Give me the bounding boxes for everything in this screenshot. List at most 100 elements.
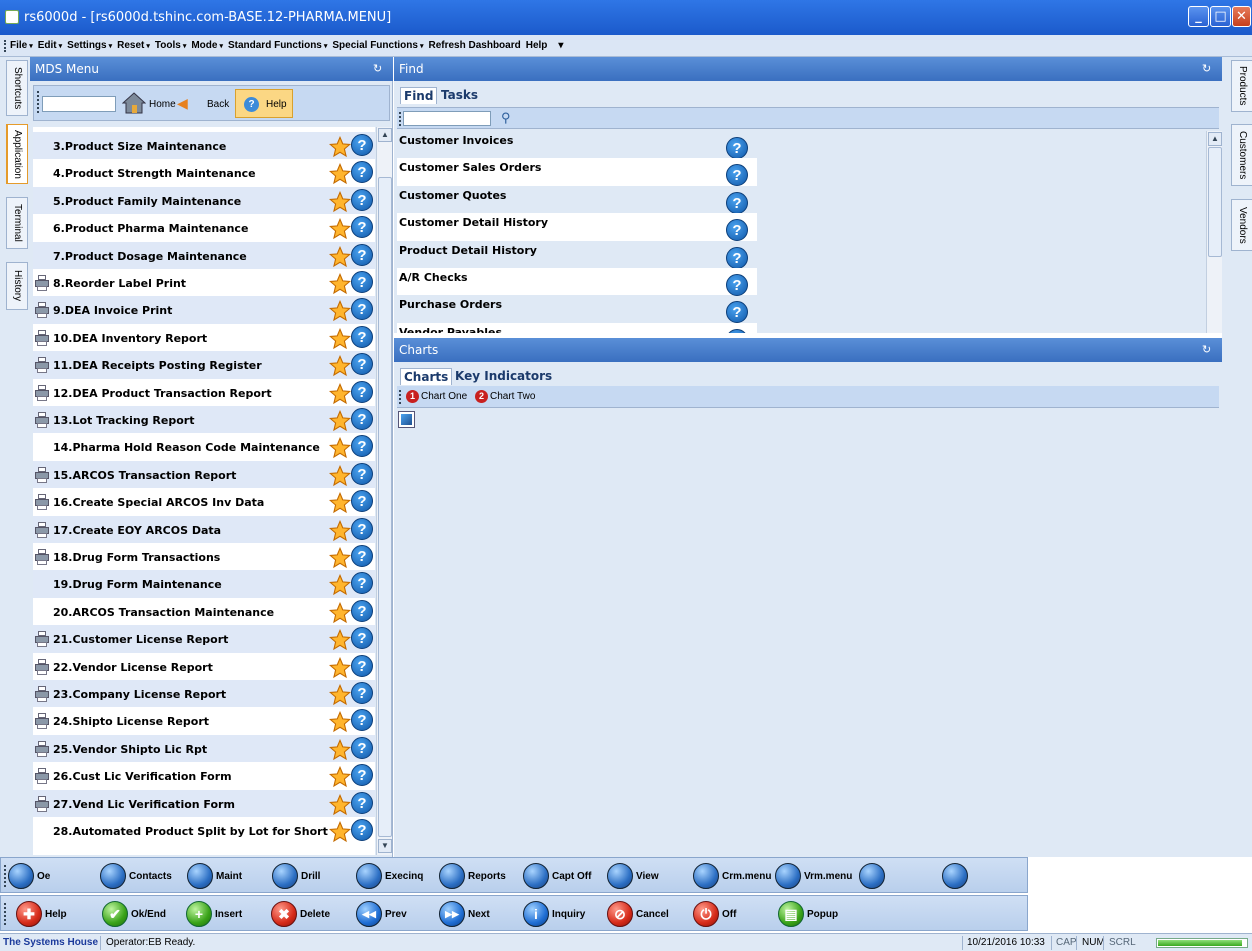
toolbar-grip[interactable] [4, 40, 6, 52]
help-icon[interactable]: ? [351, 271, 373, 293]
cmd-popup-button[interactable]: ▤ Popup [778, 900, 858, 928]
favorite-star-icon[interactable] [328, 300, 352, 322]
menu-list-item[interactable]: 22.Vendor License Report? [33, 653, 375, 680]
menu-list-item[interactable]: 11.DEA Receipts Posting Register? [33, 351, 375, 379]
menu-edit[interactable]: Edit ▾ [38, 40, 62, 51]
menu-list-item[interactable]: 3.Product Size Maintenance? [33, 132, 375, 160]
menu-list-item[interactable]: 5.Product Family Maintenance? [33, 186, 375, 215]
favorite-star-icon[interactable] [328, 629, 352, 651]
help-icon[interactable]: ? [351, 764, 373, 787]
find-scrollbar[interactable]: ▲ [1206, 131, 1222, 333]
tab-products[interactable]: Products [1231, 60, 1252, 112]
favorite-star-icon[interactable] [328, 382, 352, 405]
toolbar-grip[interactable] [4, 865, 6, 887]
help-icon[interactable]: ? [726, 164, 748, 187]
help-icon[interactable]: ? [351, 380, 373, 403]
scroll-thumb[interactable] [378, 177, 392, 837]
menu-list-item[interactable]: 26.Cust Lic Verification Form? [33, 762, 375, 789]
find-list-item[interactable]: A/R Checks? [397, 268, 757, 296]
find-list-item[interactable]: Product Detail History? [397, 241, 757, 269]
cmd-view-button[interactable]: View [607, 862, 687, 890]
refresh-icon[interactable]: ↻ [1202, 62, 1216, 76]
favorite-star-icon[interactable] [328, 820, 352, 843]
cmd-reports-button[interactable]: Reports [439, 862, 519, 890]
cmd-crm-menu-button[interactable]: Crm.menu [693, 862, 773, 890]
menu-reset[interactable]: Reset ▾ [117, 40, 150, 51]
search-icon[interactable]: ⚲ [501, 110, 517, 126]
favorite-star-icon[interactable] [328, 546, 352, 569]
favorite-star-icon[interactable] [328, 163, 352, 185]
scroll-up-button[interactable]: ▲ [1208, 132, 1222, 146]
help-icon[interactable]: ? [351, 408, 373, 430]
help-icon[interactable]: ? [351, 490, 373, 513]
menu-list-item[interactable]: 16.Create Special ARCOS Inv Data? [33, 488, 375, 515]
help-icon[interactable]: ? [726, 246, 748, 269]
menu-list-item[interactable]: 17.Create EOY ARCOS Data? [33, 515, 375, 543]
find-list-item[interactable]: Customer Invoices? [397, 131, 757, 159]
tab-vendors[interactable]: Vendors [1231, 199, 1252, 251]
menu-list-item[interactable]: 18.Drug Form Transactions? [33, 543, 375, 570]
scroll-down-button[interactable]: ▼ [378, 839, 392, 853]
favorite-star-icon[interactable] [328, 272, 352, 295]
favorite-star-icon[interactable] [328, 683, 352, 706]
menu-help[interactable]: Help [526, 40, 548, 51]
favorite-star-icon[interactable] [328, 218, 352, 240]
favorite-star-icon[interactable] [328, 409, 352, 432]
cmd-ok-end-button[interactable]: ✔ Ok/End [102, 900, 182, 928]
cmd-next-button[interactable]: ▶▶ Next [439, 900, 519, 928]
menu-tools[interactable]: Tools ▾ [155, 40, 186, 51]
help-button[interactable]: ? Help [235, 89, 293, 118]
help-icon[interactable]: ? [351, 435, 373, 458]
mds-search-input[interactable] [42, 96, 116, 112]
tab-charts[interactable]: Charts [400, 368, 453, 385]
home-icon[interactable] [121, 92, 147, 114]
favorite-star-icon[interactable] [328, 437, 352, 459]
help-icon[interactable]: ? [726, 301, 748, 324]
favorite-star-icon[interactable] [328, 464, 352, 487]
tab-shortcuts[interactable]: Shortcuts [6, 60, 28, 116]
help-icon[interactable]: ? [351, 654, 373, 677]
menu-list-item[interactable]: 19.Drug Form Maintenance? [33, 570, 375, 598]
help-icon[interactable]: ? [351, 819, 373, 841]
favorite-star-icon[interactable] [328, 327, 352, 350]
favorite-star-icon[interactable] [328, 574, 352, 596]
toolbar-grip[interactable] [37, 91, 39, 113]
cmd-drill-button[interactable]: Drill [272, 862, 352, 890]
menu-overflow-icon[interactable]: ▾ [558, 40, 563, 51]
menu-list-item[interactable]: 15.ARCOS Transaction Report? [33, 460, 375, 489]
favorite-star-icon[interactable] [328, 738, 352, 761]
menu-list-item[interactable]: 7.Product Dosage Maintenance? [33, 241, 375, 269]
menu-list-item[interactable]: 23.Company License Report? [33, 680, 375, 708]
maximize-button[interactable]: □ [1210, 6, 1231, 27]
favorite-star-icon[interactable] [328, 245, 352, 268]
home-button-label[interactable]: Home [149, 99, 176, 110]
menu-list-item[interactable]: 27.Vend Lic Verification Form? [33, 789, 375, 817]
menu-list-item[interactable]: 4.Product Strength Maintenance? [33, 159, 375, 186]
menu-list-item[interactable]: 8.Reorder Label Print? [33, 269, 375, 296]
tab-customers[interactable]: Customers [1231, 124, 1252, 186]
menu-list-item[interactable]: 9.DEA Invoice Print? [33, 296, 375, 324]
favorite-star-icon[interactable] [328, 793, 352, 816]
favorite-star-icon[interactable] [328, 135, 352, 158]
help-icon[interactable]: ? [351, 325, 373, 348]
favorite-star-icon[interactable] [328, 766, 352, 788]
help-icon[interactable]: ? [351, 216, 373, 239]
tab-tasks[interactable]: Tasks [438, 87, 481, 103]
menu-file[interactable]: File ▾ [10, 40, 33, 51]
tab-find[interactable]: Find [400, 87, 438, 104]
menu-special-functions[interactable]: Special Functions ▾ [332, 40, 423, 51]
favorite-star-icon[interactable] [328, 601, 352, 624]
help-icon[interactable]: ? [726, 137, 748, 159]
cmd-off-button[interactable]: ⏻ Off [693, 900, 773, 928]
refresh-icon[interactable]: ↻ [1202, 343, 1216, 357]
back-button-label[interactable]: Back [207, 99, 229, 110]
cmd-prev-button[interactable]: ◀◀ Prev [356, 900, 436, 928]
find-list-item[interactable]: Vendor Payables? [397, 322, 757, 333]
menu-list-item[interactable]: 10.DEA Inventory Report? [33, 324, 375, 351]
cmd-blank-10-button[interactable] [859, 862, 939, 890]
chart-image-icon[interactable] [398, 411, 415, 428]
favorite-star-icon[interactable] [328, 355, 352, 377]
toolbar-grip[interactable] [399, 390, 401, 404]
help-icon[interactable]: ? [351, 298, 373, 321]
mds-scrollbar[interactable]: ▲ ▼ [376, 127, 392, 855]
